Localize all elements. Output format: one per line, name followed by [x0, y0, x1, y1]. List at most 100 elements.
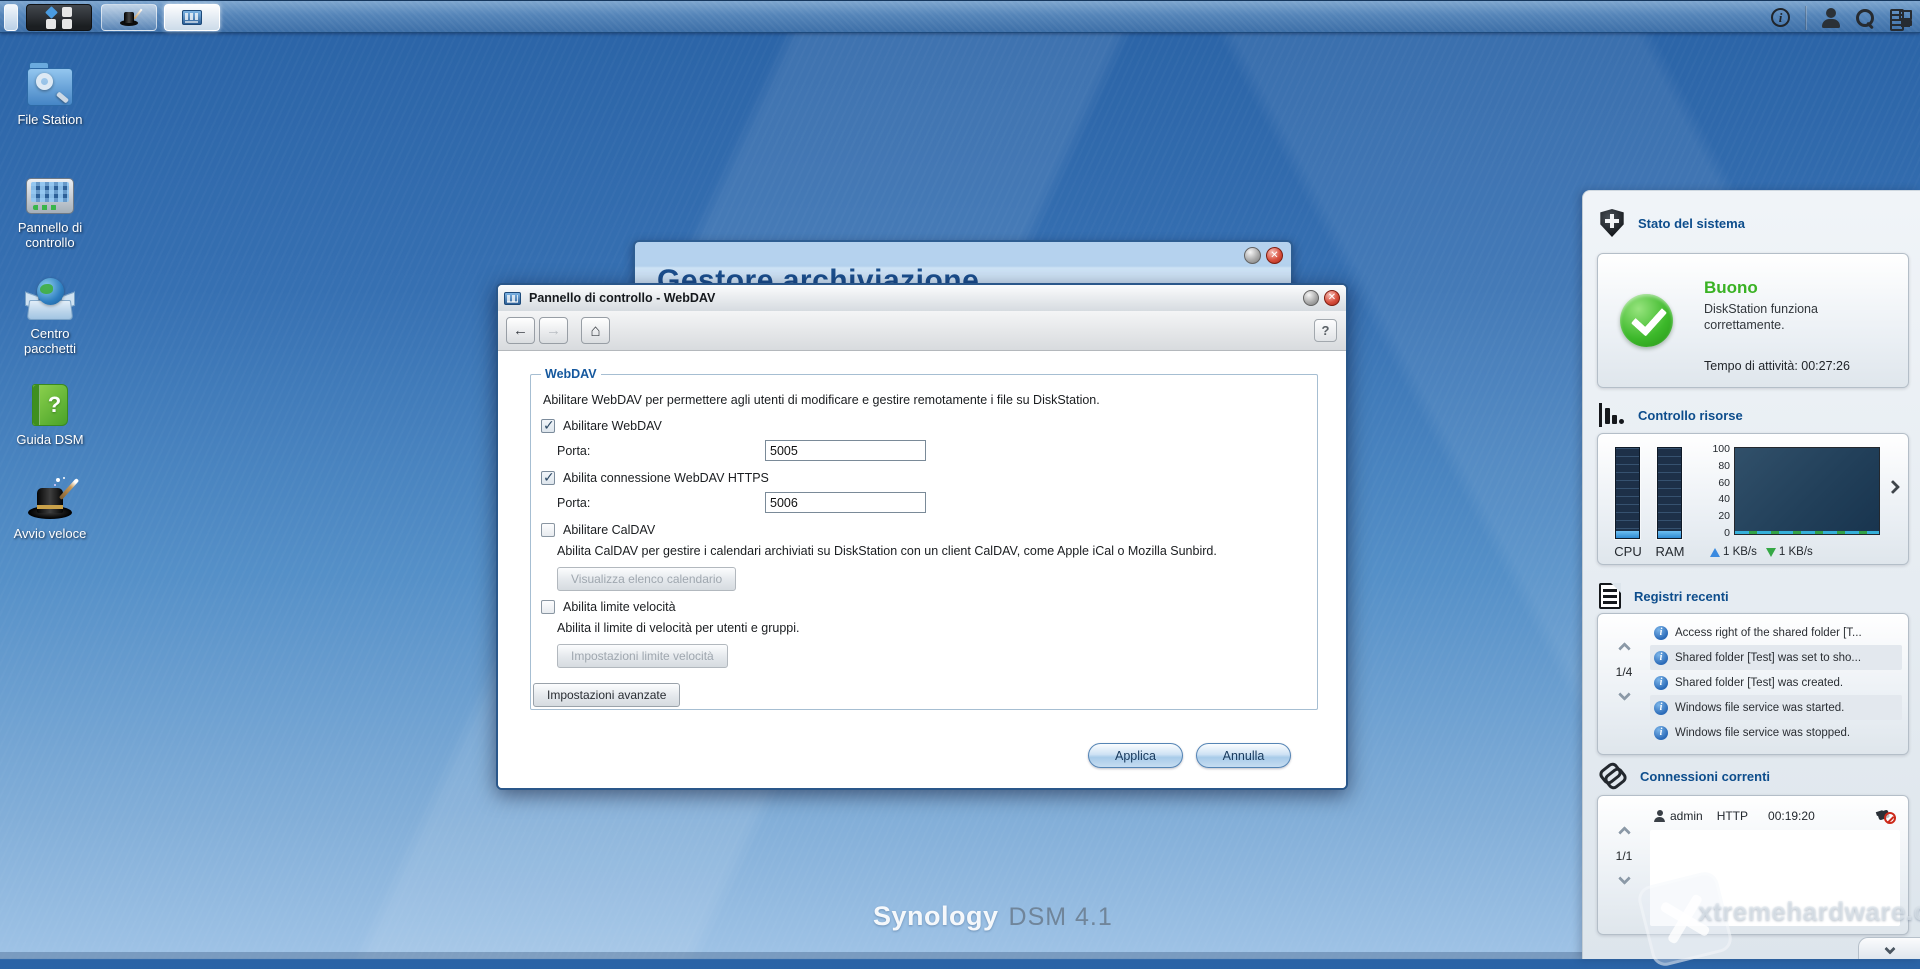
desktop-icon-file-station[interactable]: File Station [0, 62, 100, 127]
network-activity-chart [1734, 447, 1880, 535]
desktop-icon-quick-start[interactable]: Avvio veloce [0, 474, 100, 541]
cpu-label: CPU [1607, 544, 1649, 559]
apply-button[interactable]: Applica [1088, 743, 1183, 768]
status-description: DiskStation funziona correttamente. [1704, 301, 1879, 333]
magic-hat-icon [26, 478, 74, 520]
cancel-button[interactable]: Annulla [1196, 743, 1291, 768]
back-button[interactable]: ← [506, 317, 535, 344]
download-arrow-icon [1766, 548, 1776, 557]
info-icon[interactable]: i [1771, 8, 1790, 27]
home-icon: ⌂ [590, 321, 600, 341]
page-down-chevron[interactable] [1618, 688, 1631, 701]
desktop-icon-package-center[interactable]: Centro pacchetti [0, 274, 100, 356]
enable-caldav-row: Abilitare CalDAV [541, 523, 1305, 537]
recent-logs-header: Registri recenti [1599, 583, 1729, 609]
https-port-input[interactable] [765, 492, 926, 513]
pilot-view-icon[interactable] [1890, 9, 1912, 27]
close-icon: ✕ [1270, 251, 1278, 261]
desktop-icon-label: Avvio veloce [0, 526, 100, 541]
desktop-icon-control-panel[interactable]: Pannello di controllo [0, 170, 100, 250]
widget-title: Connessioni correnti [1640, 769, 1770, 784]
chain-link-icon [1599, 763, 1627, 789]
chevron-down-icon [1884, 943, 1895, 954]
search-icon[interactable] [1855, 8, 1875, 28]
user-icon[interactable] [1822, 8, 1840, 28]
desktop-icon-label: File Station [0, 112, 100, 127]
status-value: Buono [1704, 278, 1758, 298]
enable-webdav-label: Abilitare WebDAV [563, 419, 662, 433]
enable-caldav-label: Abilitare CalDAV [563, 523, 655, 537]
enable-speed-limit-checkbox[interactable] [541, 600, 555, 614]
dialog-footer-buttons: Applica Annulla [1088, 743, 1291, 768]
minimize-button[interactable] [1244, 247, 1261, 264]
resource-monitor-card: CPU RAM 100 80 60 40 20 0 1 KB/s 1 KB/s [1597, 433, 1909, 565]
webdav-port-input[interactable] [765, 440, 926, 461]
enable-speed-limit-row: Abilita limite velocità [541, 600, 1305, 614]
help-button[interactable]: ? [1314, 319, 1337, 342]
control-panel-icon [504, 292, 521, 305]
enable-https-label: Abilita connessione WebDAV HTTPS [563, 471, 769, 485]
info-icon: i [1654, 701, 1668, 715]
webdav-port-row: Porta: [557, 440, 1305, 461]
log-list: i Access right of the shared folder [T...… [1650, 620, 1902, 745]
dsm-brand: Synology DSM 4.1 [873, 901, 1113, 932]
home-button[interactable]: ⌂ [581, 317, 610, 344]
quick-launch-taskbar-button[interactable] [101, 4, 157, 31]
info-icon: i [1654, 626, 1668, 640]
log-row[interactable]: i Access right of the shared folder [T... [1650, 620, 1902, 645]
page-indicator: 1/4 [1606, 665, 1642, 679]
webdav-section-title: WebDAV [541, 367, 601, 381]
forward-button[interactable]: → [539, 317, 568, 344]
window-buttons: ✕ [1244, 247, 1283, 264]
cpu-gauge [1615, 447, 1640, 539]
desktop-icon-dsm-help[interactable]: ? Guida DSM [0, 380, 100, 447]
dsm-version-text: DSM 4.1 [1009, 903, 1113, 932]
page-down-chevron[interactable] [1618, 872, 1631, 885]
page-up-chevron[interactable] [1618, 642, 1631, 655]
taskbar-right-group: i [1771, 1, 1912, 34]
control-panel-icon [26, 178, 74, 214]
file-station-icon [27, 68, 73, 106]
shield-icon [1599, 209, 1625, 237]
enable-webdav-checkbox[interactable] [541, 419, 555, 433]
main-menu-icon [46, 7, 72, 29]
advanced-settings-button[interactable]: Impostazioni avanzate [533, 683, 680, 707]
enable-https-checkbox[interactable] [541, 471, 555, 485]
https-port-row: Porta: [557, 492, 1305, 513]
download-rate: 1 KB/s [1779, 546, 1813, 558]
log-row[interactable]: i Shared folder [Test] was set to sho... [1650, 645, 1902, 670]
dialog-titlebar[interactable]: Pannello di controllo - WebDAV ✕ [498, 285, 1346, 311]
close-button[interactable]: ✕ [1266, 247, 1283, 264]
disconnect-icon[interactable] [1878, 808, 1896, 824]
log-row[interactable]: i Windows file service was started. [1650, 695, 1902, 720]
main-menu-button[interactable] [26, 4, 92, 31]
help-book-icon: ? [32, 384, 68, 426]
enable-caldav-checkbox[interactable] [541, 523, 555, 537]
connections-empty-area [1650, 830, 1900, 926]
expand-resource-monitor-chevron[interactable] [1886, 480, 1900, 494]
close-button[interactable]: ✕ [1324, 290, 1340, 306]
sidebar-collapse-tab[interactable] [1858, 937, 1920, 959]
connections-list: admin HTTP 00:19:20 [1650, 804, 1900, 926]
enable-https-row: Abilita connessione WebDAV HTTPS [541, 471, 1305, 485]
control-panel-taskbar-button[interactable] [164, 4, 220, 31]
minimize-button[interactable] [1303, 290, 1319, 306]
log-document-icon [1599, 583, 1621, 609]
widget-title: Controllo risorse [1638, 408, 1743, 423]
webdav-port-label: Porta: [557, 444, 765, 458]
desktop-icon-label: Centro pacchetti [9, 326, 91, 356]
network-legend: 1 KB/s 1 KB/s [1710, 546, 1900, 558]
connection-user: admin [1670, 809, 1703, 823]
connection-row[interactable]: admin HTTP 00:19:20 [1650, 804, 1900, 828]
widget-title: Stato del sistema [1638, 216, 1745, 231]
show-desktop-button[interactable] [4, 4, 18, 31]
log-row[interactable]: i Shared folder [Test] was created. [1650, 670, 1902, 695]
page-up-chevron[interactable] [1618, 826, 1631, 839]
calendar-list-button[interactable]: Visualizza elenco calendario [557, 567, 736, 591]
dialog-toolbar: ← → ⌂ ? [498, 311, 1346, 351]
magic-hat-icon [119, 9, 139, 27]
connection-protocol: HTTP [1717, 809, 1748, 823]
log-row[interactable]: i Windows file service was stopped. [1650, 720, 1902, 745]
speed-limit-settings-button[interactable]: Impostazioni limite velocità [557, 644, 728, 668]
window-buttons: ✕ [1303, 290, 1340, 306]
